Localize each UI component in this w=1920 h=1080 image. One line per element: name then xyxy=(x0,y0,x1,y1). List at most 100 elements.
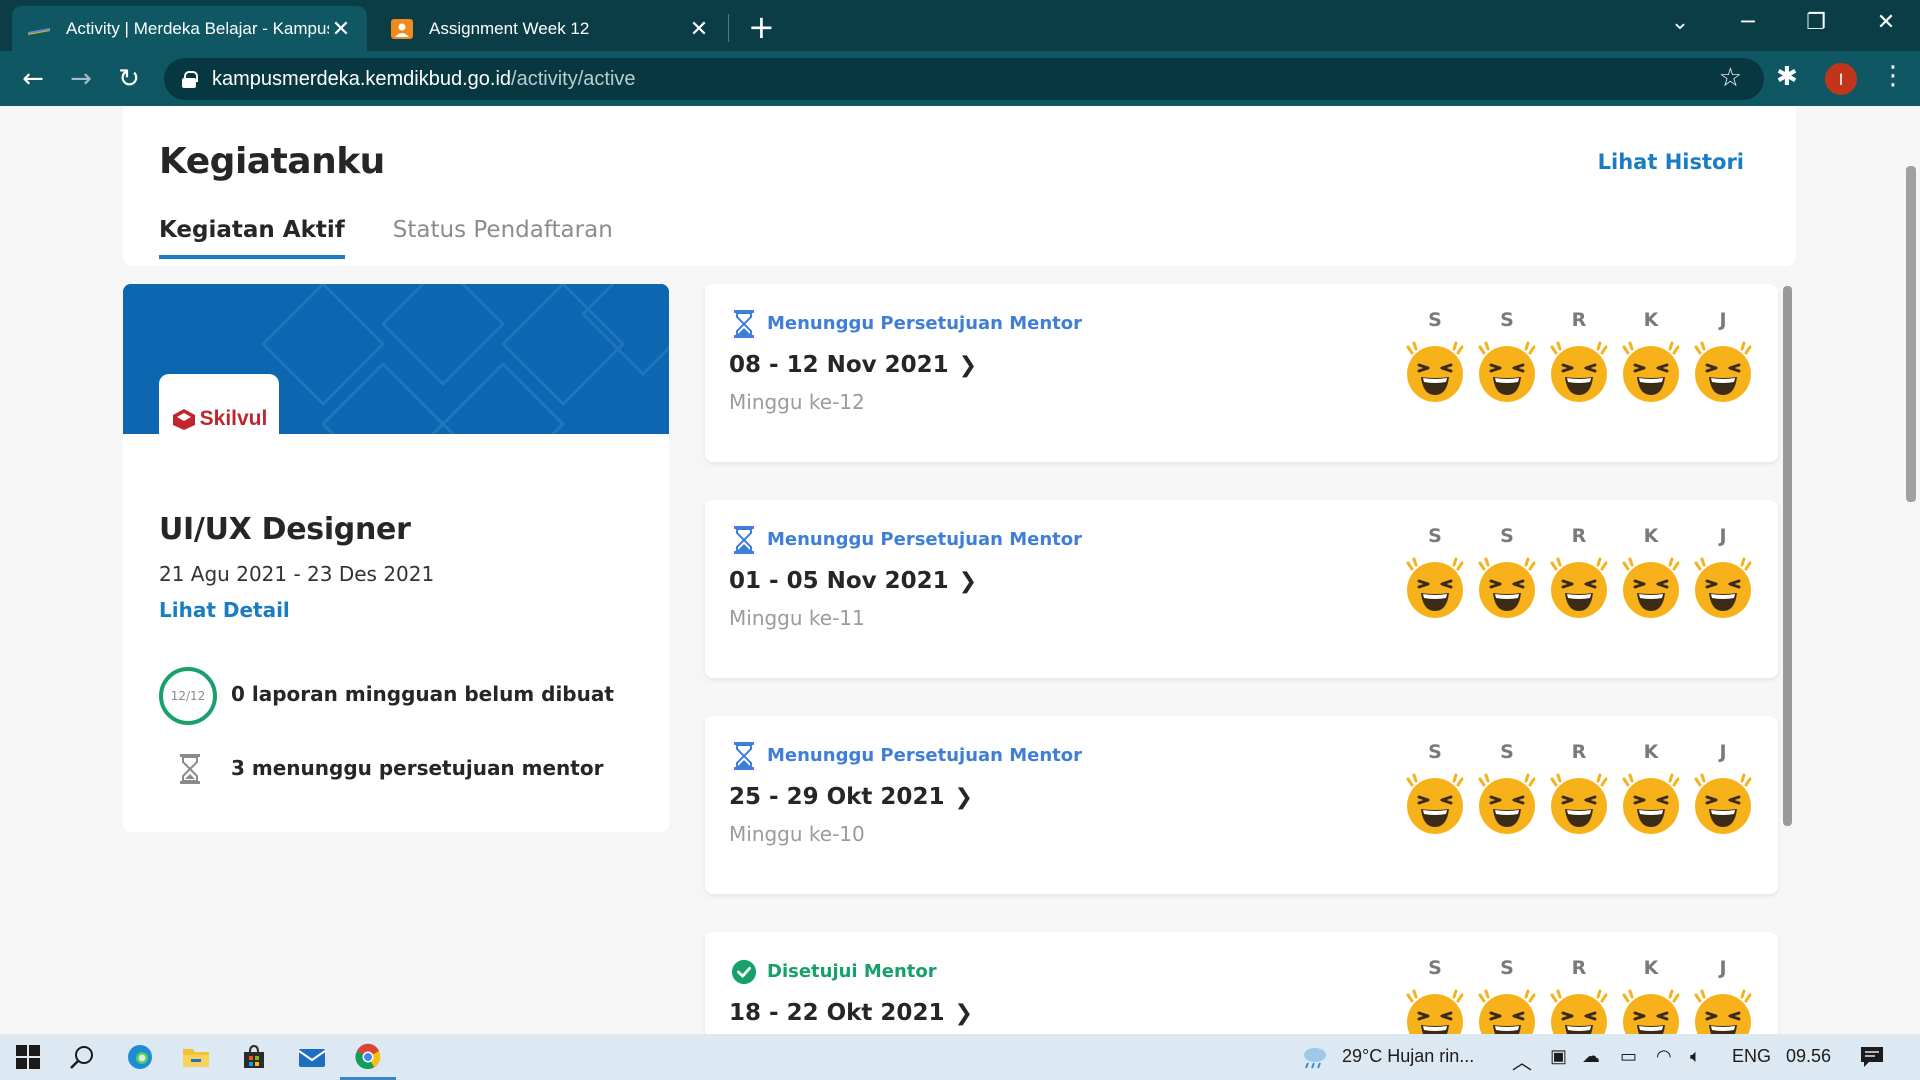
day-letter: K xyxy=(1643,957,1659,979)
profile-avatar[interactable]: I xyxy=(1825,63,1857,95)
microsoft-store-icon[interactable] xyxy=(234,1034,274,1080)
activity-tabs: Kegiatan Aktif Status Pendaftaran xyxy=(159,217,661,259)
start-windows-icon[interactable] xyxy=(8,1034,48,1080)
weekly-report-card[interactable]: Menunggu Persetujuan Mentor 01 - 05 Nov 2… xyxy=(705,500,1778,678)
back-arrow-icon[interactable]: ← xyxy=(16,62,50,96)
laughing-emoji-icon xyxy=(1622,989,1680,1034)
weekly-report-card[interactable]: Menunggu Persetujuan Mentor 08 - 12 Nov 2… xyxy=(705,284,1778,462)
file-explorer-icon[interactable] xyxy=(176,1034,216,1080)
tab-search-chevron-icon[interactable]: ⌄ xyxy=(1650,0,1710,44)
notifications-icon[interactable] xyxy=(1852,1034,1892,1080)
week-range-link[interactable]: 08 - 12 Nov 2021 ❯ xyxy=(729,352,977,378)
meet-now-icon[interactable]: ▣ xyxy=(1550,1046,1567,1067)
windows-taskbar: 29°C Hujan rin... ︿ ▣ ☁ ▭ ◠ 🔈︎ ENG 09.56 xyxy=(0,1034,1920,1080)
day-letter: S xyxy=(1500,957,1514,979)
browser-tab-title: Activity | Merdeka Belajar - Kampus Merd… xyxy=(66,18,329,38)
search-icon[interactable] xyxy=(62,1034,102,1080)
day-mood: J xyxy=(1687,957,1759,1034)
week-number: Minggu ke-10 xyxy=(729,822,865,846)
lock-icon[interactable] xyxy=(182,71,198,88)
laughing-emoji-icon xyxy=(1406,773,1464,834)
weekly-report-card[interactable]: Menunggu Persetujuan Mentor 25 - 29 Okt 2… xyxy=(705,716,1778,894)
laughing-emoji-icon xyxy=(1550,557,1608,618)
laughing-emoji-icon xyxy=(1406,341,1464,402)
day-letter: R xyxy=(1571,957,1587,979)
restore-window-icon[interactable]: ❐ xyxy=(1786,0,1846,44)
day-letter: R xyxy=(1571,309,1587,331)
browser-tab-activity[interactable]: Activity | Merdeka Belajar - Kampus Merd… xyxy=(12,6,367,51)
chevron-right-icon: ❯ xyxy=(958,569,978,594)
week-range-link[interactable]: 01 - 05 Nov 2021 ❯ xyxy=(729,568,977,594)
day-mood: J xyxy=(1687,309,1759,405)
weather-text[interactable]: 29°C Hujan rin... xyxy=(1342,1046,1474,1067)
close-tab-icon[interactable]: ✕ xyxy=(687,16,711,42)
forward-arrow-icon[interactable]: → xyxy=(64,62,98,96)
week-range-text: 01 - 05 Nov 2021 xyxy=(729,568,949,594)
chrome-icon[interactable] xyxy=(346,1034,390,1080)
laughing-emoji-icon xyxy=(1694,341,1752,402)
laughing-emoji-icon xyxy=(1694,557,1752,618)
list-scrollbar[interactable] xyxy=(1783,286,1792,826)
browser-menu-icon[interactable]: ⋮ xyxy=(1880,61,1906,91)
week-range-link[interactable]: 25 - 29 Okt 2021 ❯ xyxy=(729,784,973,810)
week-range-link[interactable]: 18 - 22 Okt 2021 ❯ xyxy=(729,1000,973,1026)
detail-link[interactable]: Lihat Detail xyxy=(159,598,290,622)
show-hidden-icons-chevron-icon[interactable]: ︿ xyxy=(1512,1046,1532,1075)
week-status: Menunggu Persetujuan Mentor xyxy=(767,313,1083,334)
wifi-icon[interactable]: ◠ xyxy=(1656,1046,1672,1067)
new-tab-plus-icon[interactable]: + xyxy=(748,8,775,46)
reports-pending-stat: 0 laporan mingguan belum dibuat xyxy=(231,682,614,706)
bookmark-star-icon[interactable]: ☆ xyxy=(1719,63,1742,93)
mail-icon[interactable] xyxy=(292,1034,332,1080)
laughing-emoji-icon xyxy=(1550,989,1608,1034)
hourglass-icon xyxy=(734,742,754,770)
day-mood-row: SSRKJ xyxy=(1399,741,1759,837)
browser-tab-assignment[interactable]: Assignment Week 12 ✕ xyxy=(375,6,725,51)
tab-separator xyxy=(728,14,729,42)
chevron-right-icon: ❯ xyxy=(954,1001,973,1026)
logo-text: Skilvul xyxy=(199,407,268,430)
week-range-text: 25 - 29 Okt 2021 xyxy=(729,784,945,810)
tab-active-activities[interactable]: Kegiatan Aktif xyxy=(159,217,345,259)
onedrive-cloud-icon[interactable]: ☁ xyxy=(1582,1046,1600,1067)
day-mood: S xyxy=(1399,957,1471,1034)
clock[interactable]: 09.56 xyxy=(1786,1046,1831,1067)
program-logo: Skilvul xyxy=(159,374,279,464)
day-mood: R xyxy=(1543,309,1615,405)
page-scrollbar[interactable] xyxy=(1906,166,1916,502)
edge-browser-icon[interactable] xyxy=(120,1034,160,1080)
week-number: Minggu ke-11 xyxy=(729,606,865,630)
language-indicator[interactable]: ENG xyxy=(1732,1046,1771,1067)
chevron-right-icon: ❯ xyxy=(954,785,973,810)
weekly-report-card[interactable]: Disetujui Mentor 18 - 22 Okt 2021 ❯ S S R K J xyxy=(705,932,1778,1034)
page-content: Kegiatanku Lihat Histori Kegiatan Aktif … xyxy=(0,106,1920,1034)
day-mood-row: SSRKJ xyxy=(1399,525,1759,621)
program-card: Skilvul UI/UX Designer 21 Agu 2021 - 23 … xyxy=(123,284,669,832)
chevron-right-icon: ❯ xyxy=(958,353,978,378)
weather-rain-icon[interactable] xyxy=(1296,1034,1332,1080)
address-bar[interactable]: kampusmerdeka.kemdikbud.go.id/activity/a… xyxy=(164,58,1764,100)
day-letter: S xyxy=(1500,741,1514,763)
day-mood: S xyxy=(1399,525,1471,621)
day-letter: S xyxy=(1428,525,1442,547)
extensions-puzzle-icon[interactable]: ✱ xyxy=(1776,62,1798,92)
hourglass-icon xyxy=(734,310,754,338)
tab-registration-status[interactable]: Status Pendaftaran xyxy=(393,217,613,259)
volume-icon[interactable]: 🔈︎ xyxy=(1690,1046,1701,1067)
laughing-emoji-icon xyxy=(1406,557,1464,618)
day-mood: S xyxy=(1471,741,1543,837)
reload-icon[interactable]: ↻ xyxy=(112,62,146,96)
minimize-window-icon[interactable]: ─ xyxy=(1718,0,1778,44)
close-tab-icon[interactable]: ✕ xyxy=(329,16,353,42)
day-letter: S xyxy=(1500,525,1514,547)
day-mood: J xyxy=(1687,741,1759,837)
url-text[interactable]: kampusmerdeka.kemdikbud.go.id/activity/a… xyxy=(212,68,636,91)
battery-icon[interactable]: ▭ xyxy=(1620,1046,1637,1067)
day-letter: J xyxy=(1719,741,1727,763)
history-link[interactable]: Lihat Histori xyxy=(1598,150,1744,174)
laughing-emoji-icon xyxy=(1406,989,1464,1034)
day-mood: S xyxy=(1399,309,1471,405)
day-letter: J xyxy=(1719,525,1727,547)
close-window-icon[interactable]: ✕ xyxy=(1856,0,1916,44)
laughing-emoji-icon xyxy=(1622,773,1680,834)
